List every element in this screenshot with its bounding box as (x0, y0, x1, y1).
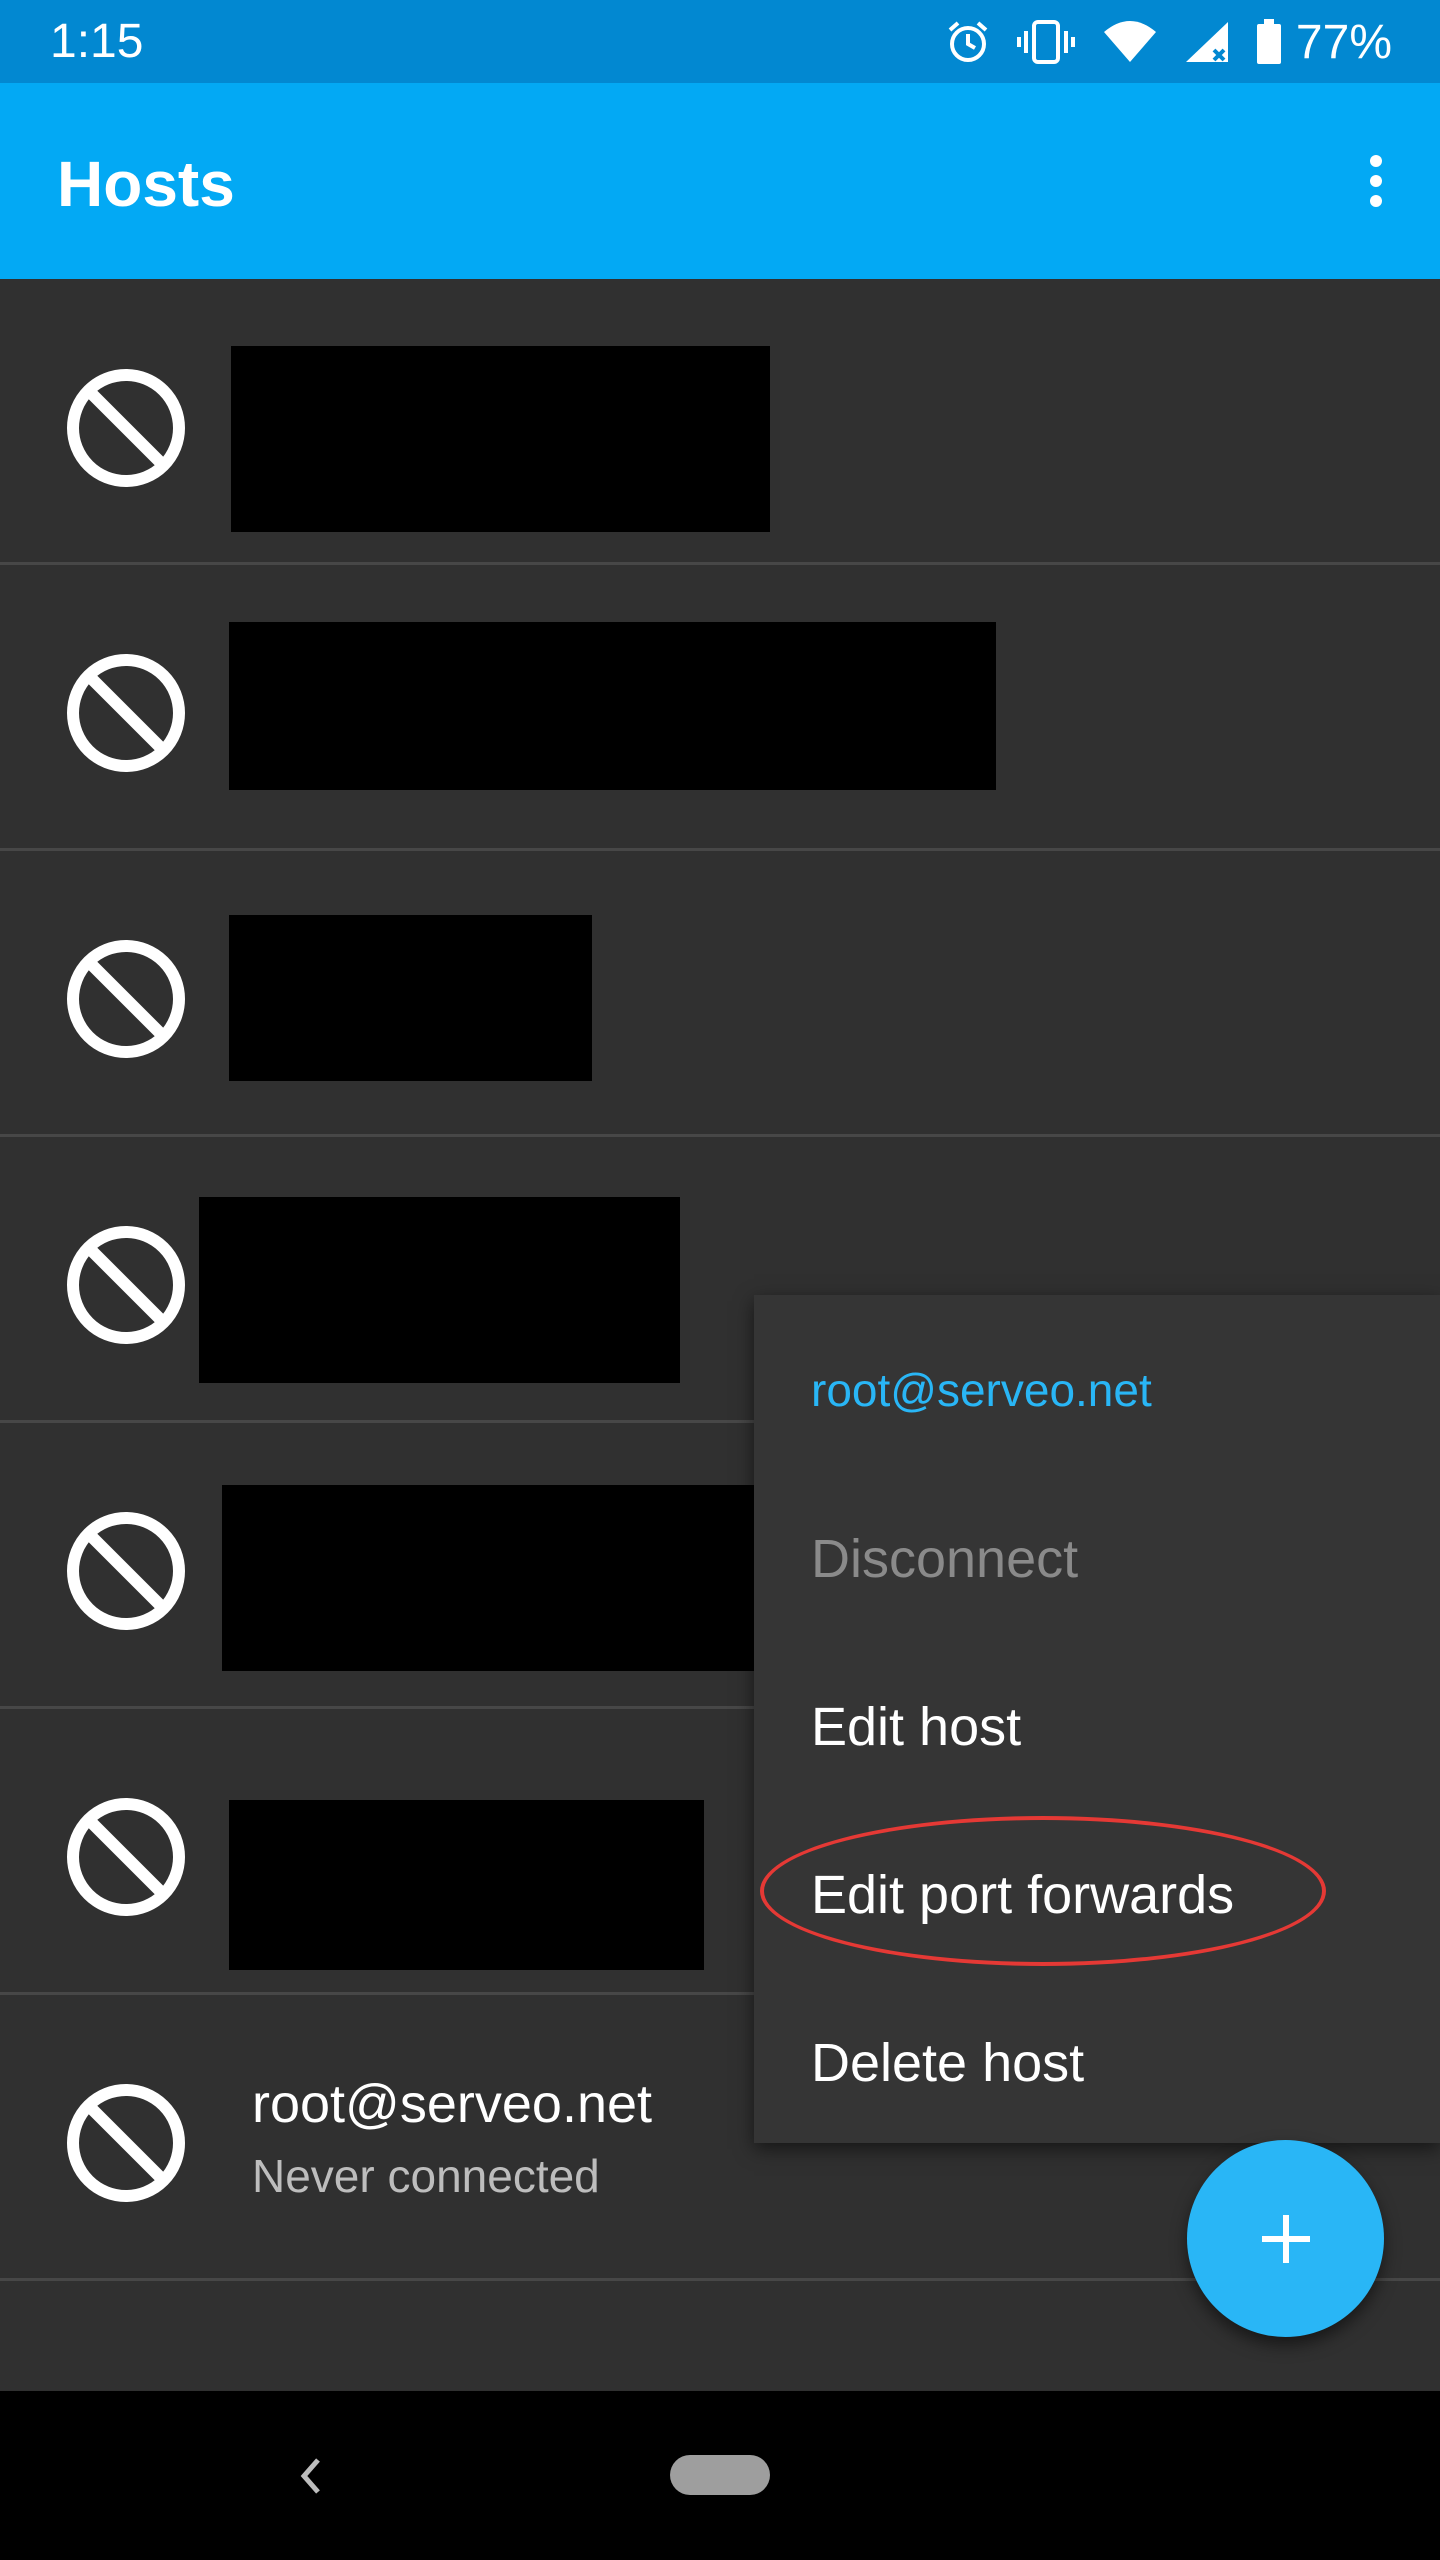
app-bar: Hosts (0, 83, 1440, 279)
redacted-host-name (229, 915, 592, 1081)
add-host-button[interactable] (1187, 2140, 1384, 2337)
highlight-ring (760, 1816, 1326, 1966)
redacted-host-name (229, 1800, 704, 1970)
status-bar: 1:15 77% (0, 0, 1440, 83)
home-pill-icon[interactable] (670, 2455, 770, 2495)
more-vert-icon[interactable] (1354, 149, 1398, 213)
blocked-icon (67, 1226, 185, 1344)
vibrate-icon (1016, 19, 1076, 65)
menu-item-delete-host[interactable]: Delete host (811, 2032, 1084, 2094)
host-row[interactable] (0, 565, 1440, 851)
blocked-icon (67, 654, 185, 772)
blocked-icon (67, 2084, 185, 2202)
host-status: Never connected (252, 2150, 600, 2202)
status-time: 1:15 (50, 15, 144, 68)
cell-signal-icon (1184, 20, 1230, 64)
host-context-menu: root@serveo.net Disconnect Edit host Edi… (754, 1295, 1440, 2143)
blocked-icon (67, 940, 185, 1058)
redacted-host-name (231, 346, 770, 532)
alarm-icon (946, 20, 990, 64)
plus-icon (1261, 2214, 1310, 2263)
host-row[interactable] (0, 851, 1440, 1137)
redacted-host-name (222, 1485, 776, 1671)
redacted-host-name (199, 1197, 680, 1383)
host-name: root@serveo.net (252, 2074, 653, 2134)
wifi-icon (1102, 20, 1158, 64)
nav-bar (0, 2391, 1440, 2560)
blocked-icon (67, 1512, 185, 1630)
menu-item-disconnect: Disconnect (811, 1529, 1079, 1589)
page-title: Hosts (57, 148, 235, 220)
redacted-host-name (229, 622, 996, 790)
blocked-icon (67, 369, 185, 487)
battery-percent: 77% (1295, 15, 1392, 69)
menu-item-edit-host[interactable]: Edit host (811, 1696, 1021, 1758)
back-chevron-icon[interactable] (290, 2446, 330, 2506)
host-row[interactable] (0, 279, 1440, 565)
blocked-icon (67, 1798, 185, 1916)
menu-header: root@serveo.net (811, 1364, 1152, 1416)
battery-icon (1256, 19, 1282, 65)
status-icons: 77% (920, 12, 1392, 72)
